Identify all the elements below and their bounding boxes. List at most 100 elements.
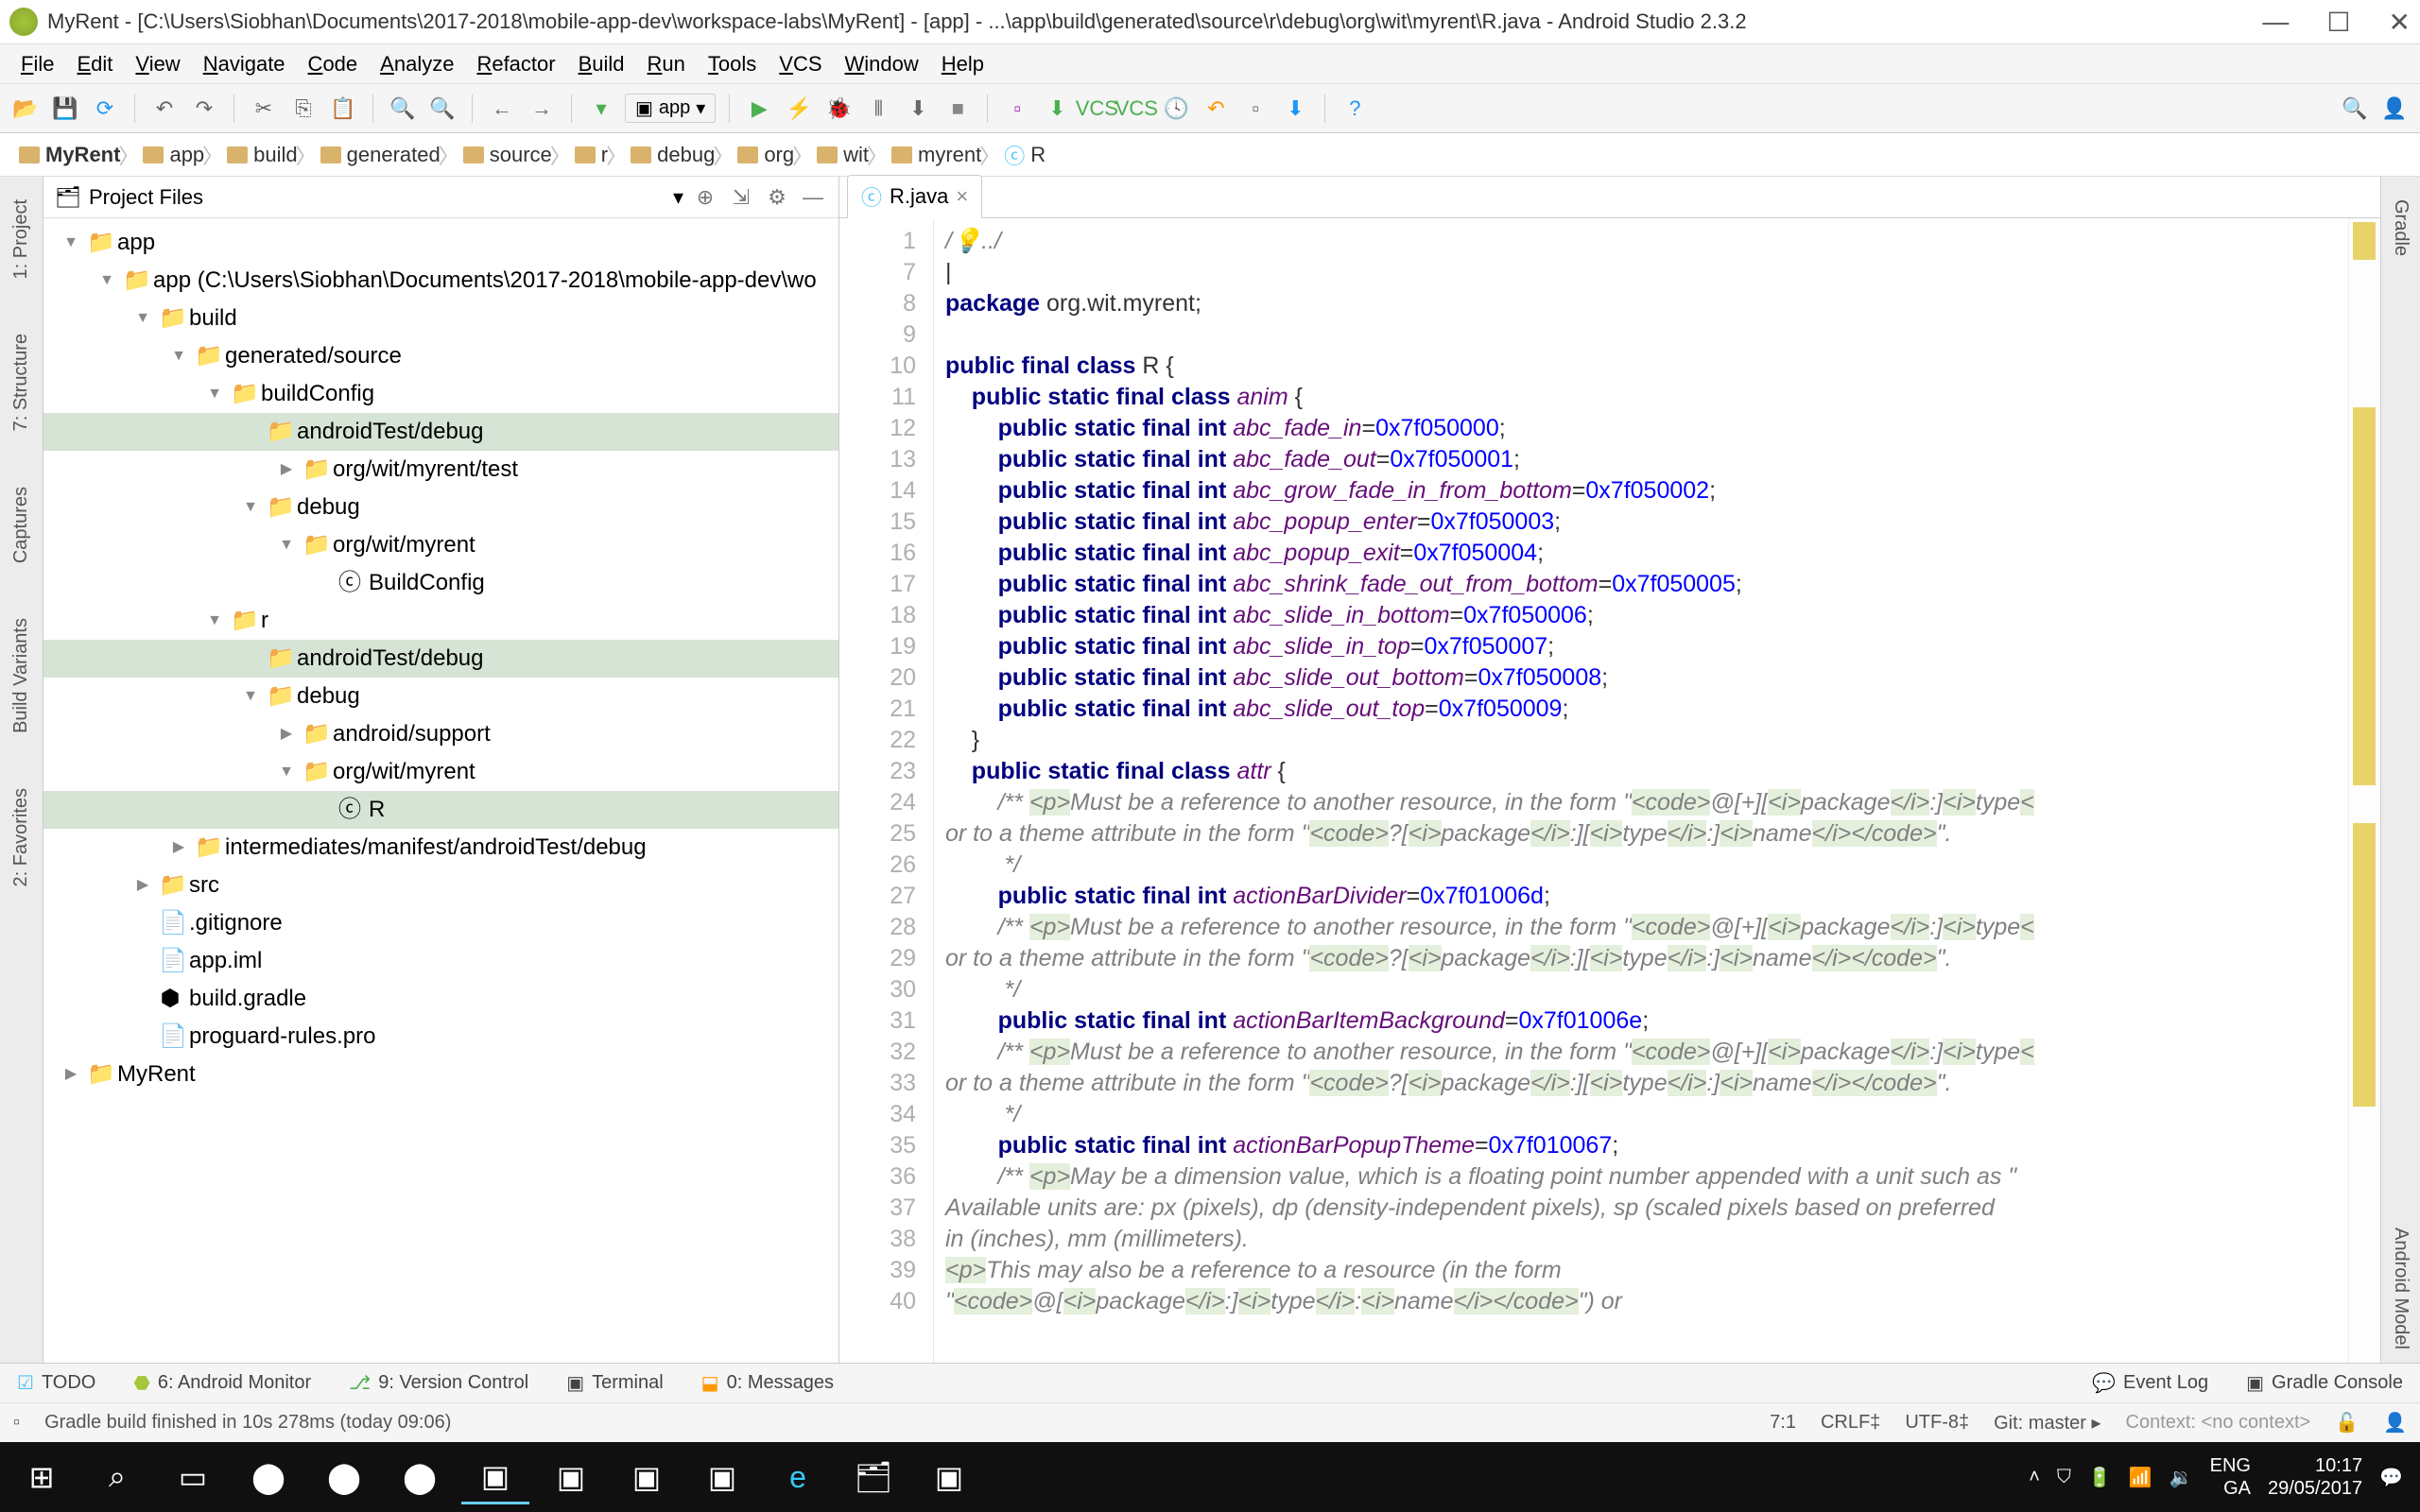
revert-icon[interactable]: ↶ — [1200, 93, 1232, 125]
git-branch[interactable]: Git: master ▸ — [1994, 1411, 2100, 1435]
breadcrumb-item[interactable]: MyRent — [9, 139, 133, 171]
breadcrumb-item[interactable]: source — [454, 139, 565, 171]
breadcrumb-item[interactable]: org — [728, 139, 807, 171]
project-view-selector[interactable]: Project Files — [89, 185, 666, 210]
run-config-selector[interactable]: ▣ app ▾ — [625, 94, 716, 123]
breadcrumb-item[interactable]: r — [565, 139, 621, 171]
menu-build[interactable]: Build — [569, 48, 634, 80]
paste-icon[interactable]: 📋 — [327, 93, 359, 125]
clock[interactable]: 10:1729/05/2017 — [2268, 1454, 2362, 1500]
search-everywhere-icon[interactable]: 🔍 — [2339, 93, 2371, 125]
tray-icon[interactable]: 🔋 — [2088, 1466, 2112, 1489]
tray-icon[interactable]: 📶 — [2129, 1466, 2152, 1489]
forward-icon[interactable]: → — [526, 93, 558, 125]
tab-captures[interactable]: Captures — [7, 473, 36, 576]
tree-node[interactable]: ▼📁debug — [43, 678, 838, 715]
taskbar-app[interactable]: ▣ — [915, 1450, 983, 1504]
tray-chevron-icon[interactable]: ˄ — [2029, 1467, 2040, 1488]
tree-node[interactable]: 📁androidTest/debug — [43, 640, 838, 678]
tree-node[interactable]: ⓒR — [43, 791, 838, 829]
copy-icon[interactable]: ⎘ — [287, 93, 320, 125]
collapse-icon[interactable]: ⇲ — [727, 183, 755, 212]
tree-node[interactable]: ⬢build.gradle — [43, 980, 838, 1018]
tree-node[interactable]: ▶📁android/support — [43, 715, 838, 753]
notifications-icon[interactable]: 💬 — [2379, 1466, 2403, 1489]
menu-refactor[interactable]: Refactor — [467, 48, 564, 80]
minimize-button[interactable]: — — [2262, 7, 2289, 38]
download-icon[interactable]: ⬇ — [1279, 93, 1311, 125]
vcs-update-icon[interactable]: VCS — [1080, 93, 1113, 125]
profile-icon[interactable]: ⫴ — [862, 93, 894, 125]
menu-code[interactable]: Code — [299, 48, 368, 80]
taskbar-app[interactable]: ▣ — [537, 1450, 605, 1504]
cut-icon[interactable]: ✂ — [248, 93, 280, 125]
avd-icon[interactable]: ▫ — [1001, 93, 1033, 125]
start-button[interactable]: ⊞ — [8, 1450, 76, 1504]
tree-node[interactable]: ▼📁org/wit/myrent — [43, 526, 838, 564]
undo-icon[interactable]: ↶ — [148, 93, 181, 125]
save-icon[interactable]: 💾 — [49, 93, 81, 125]
help-icon[interactable]: ? — [1339, 93, 1371, 125]
menu-window[interactable]: Window — [836, 48, 928, 80]
tab-favorites[interactable]: 2: Favorites — [7, 775, 36, 900]
attach-icon[interactable]: ⬇ — [902, 93, 934, 125]
dropdown-icon[interactable]: ▾ — [673, 185, 683, 210]
tab-terminal[interactable]: ▣Terminal — [566, 1371, 663, 1395]
breadcrumb-item[interactable]: generated — [311, 139, 454, 171]
back-icon[interactable]: ← — [486, 93, 518, 125]
tray-icon[interactable]: ⛉ — [2057, 1467, 2071, 1488]
tree-node[interactable]: ⓒBuildConfig — [43, 564, 838, 602]
tab-project[interactable]: 1: Project — [7, 186, 36, 292]
error-stripe[interactable] — [2348, 218, 2380, 1363]
tree-node[interactable]: ▼📁debug — [43, 489, 838, 526]
taskbar-app[interactable]: ⬤ — [386, 1450, 454, 1504]
breadcrumb-item[interactable]: build — [217, 139, 310, 171]
editor-tab[interactable]: ⓒ R.java × — [847, 175, 982, 218]
taskbar-app[interactable]: 🗂 — [839, 1450, 908, 1504]
maximize-button[interactable]: ☐ — [2326, 7, 2350, 38]
menu-run[interactable]: Run — [638, 48, 695, 80]
tree-node[interactable]: ▼📁build — [43, 300, 838, 337]
vcs-commit-icon[interactable]: VCS — [1120, 93, 1152, 125]
tab-event-log[interactable]: 💬Event Log — [2092, 1371, 2208, 1395]
settings-icon[interactable]: ⚙ — [763, 183, 791, 212]
tree-node[interactable]: ▶📁src — [43, 867, 838, 904]
breadcrumb-item[interactable]: myrent — [882, 139, 994, 171]
tree-node[interactable]: 📄proguard-rules.pro — [43, 1018, 838, 1056]
layout-icon[interactable]: ▫ — [1239, 93, 1271, 125]
tree-node[interactable]: ▶📁MyRent — [43, 1056, 838, 1093]
tab-todo[interactable]: ☑TODO — [17, 1371, 95, 1395]
context-selector[interactable]: Context: <no context> — [2126, 1412, 2311, 1434]
tree-node[interactable]: ▼📁buildConfig — [43, 375, 838, 413]
tray-icon[interactable]: 🔉 — [2169, 1466, 2193, 1489]
task-view-button[interactable]: ▭ — [159, 1450, 227, 1504]
tree-node[interactable]: 📁androidTest/debug — [43, 413, 838, 451]
search-button[interactable]: ⌕ — [83, 1450, 151, 1504]
debug-icon[interactable]: 🐞 — [822, 93, 855, 125]
breadcrumb-item[interactable]: wit — [807, 139, 882, 171]
apply-changes-icon[interactable]: ⚡ — [783, 93, 815, 125]
tab-android-monitor[interactable]: ⬣6: Android Monitor — [133, 1371, 311, 1395]
history-icon[interactable]: 🕓 — [1160, 93, 1192, 125]
line-separator[interactable]: CRLF‡ — [1821, 1412, 1880, 1434]
tab-gradle[interactable]: Gradle — [2386, 186, 2415, 269]
taskbar-app[interactable]: e — [764, 1450, 832, 1504]
lock-icon[interactable]: 🔓 — [2335, 1411, 2359, 1435]
tree-node[interactable]: ▼📁r — [43, 602, 838, 640]
project-tree[interactable]: ▼📁app▼📁app (C:\Users\Siobhan\Documents\2… — [43, 218, 838, 1363]
sync-icon[interactable]: ⟳ — [89, 93, 121, 125]
taskbar-app[interactable]: ▣ — [613, 1450, 681, 1504]
line-gutter[interactable]: 1789101112131415161718192021222324252627… — [839, 218, 934, 1363]
tree-node[interactable]: ▼📁app (C:\Users\Siobhan\Documents\2017-2… — [43, 262, 838, 300]
sdk-icon[interactable]: ⬇ — [1041, 93, 1073, 125]
tab-version-control[interactable]: ⎇9: Version Control — [349, 1371, 528, 1395]
tree-node[interactable]: 📄app.iml — [43, 942, 838, 980]
tree-node[interactable]: ▼📁generated/source — [43, 337, 838, 375]
caret-position[interactable]: 7:1 — [1770, 1412, 1796, 1434]
taskbar-app[interactable]: ⬤ — [234, 1450, 302, 1504]
file-encoding[interactable]: UTF-8‡ — [1905, 1412, 1969, 1434]
taskbar-app[interactable]: ▣ — [688, 1450, 756, 1504]
close-tab-icon[interactable]: × — [956, 184, 968, 209]
menu-tools[interactable]: Tools — [699, 48, 766, 80]
tab-build-variants[interactable]: Build Variants — [7, 605, 36, 747]
